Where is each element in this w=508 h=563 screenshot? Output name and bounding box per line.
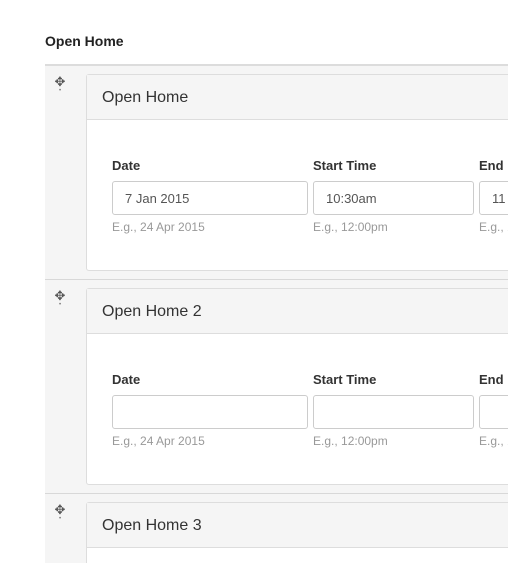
start-time-input[interactable]: [313, 395, 474, 429]
date-field: Date E.g., 24 Apr 2015: [112, 157, 308, 234]
panel-body: Date E.g., 24 Apr 2015 Start Time E.g., …: [87, 334, 508, 484]
start-time-field: Start Time E.g., 12:00pm: [313, 371, 474, 448]
move-icon[interactable]: ✥ •: [53, 75, 67, 95]
end-time-input[interactable]: [479, 395, 508, 429]
end-time-label: End: [479, 158, 504, 173]
section-title: Open Home: [45, 33, 124, 49]
open-home-row: ✥ • Open Home 2 Date E.g., 24 Apr 2015 St…: [45, 280, 508, 494]
move-icon[interactable]: ✥ •: [53, 503, 67, 523]
end-time-input[interactable]: [479, 181, 508, 215]
end-time-label: End: [479, 372, 504, 387]
open-home-panel: Open Home 2 Date E.g., 24 Apr 2015 Start…: [86, 288, 508, 485]
end-time-hint: E.g., 1: [479, 220, 508, 234]
open-home-list: ✥• Open Home Date E.g., 24 Apr 2015 Star…: [45, 66, 508, 563]
panel-heading: Open Home 3: [87, 503, 508, 548]
panel-heading: Open Home: [87, 75, 508, 120]
date-field: Date E.g., 24 Apr 2015: [112, 371, 308, 448]
start-time-label: Start Time: [313, 158, 377, 173]
open-home-panel: Open Home Date E.g., 24 Apr 2015 Start T…: [86, 74, 508, 271]
date-hint: E.g., 24 Apr 2015: [112, 434, 205, 448]
end-time-field: End E.g., 1: [479, 157, 508, 234]
open-home-row: ✥• Open Home Date E.g., 24 Apr 2015 Star…: [45, 66, 508, 280]
date-label: Date: [112, 158, 141, 173]
panel-body: Date E.g., 24 Apr 2015 Start Time E.g., …: [87, 120, 508, 270]
start-time-hint: E.g., 12:00pm: [313, 220, 388, 234]
date-input[interactable]: [112, 395, 308, 429]
date-label: Date: [112, 372, 141, 387]
start-time-hint: E.g., 12:00pm: [313, 434, 388, 448]
open-home-row: ✥ • Open Home 3: [45, 494, 508, 563]
open-home-page: Open Home ✥• Open Home Date E.g., 24 Apr…: [0, 0, 508, 563]
start-time-label: Start Time: [313, 372, 377, 387]
start-time-input[interactable]: [313, 181, 474, 215]
end-time-hint: E.g., 1: [479, 434, 508, 448]
date-hint: E.g., 24 Apr 2015: [112, 220, 205, 234]
start-time-field: Start Time E.g., 12:00pm: [313, 157, 474, 234]
move-icon[interactable]: ✥ •: [53, 289, 67, 309]
date-input[interactable]: [112, 181, 308, 215]
open-home-panel: Open Home 3: [86, 502, 508, 563]
panel-heading: Open Home 2: [87, 289, 508, 334]
end-time-field: End E.g., 1: [479, 371, 508, 448]
